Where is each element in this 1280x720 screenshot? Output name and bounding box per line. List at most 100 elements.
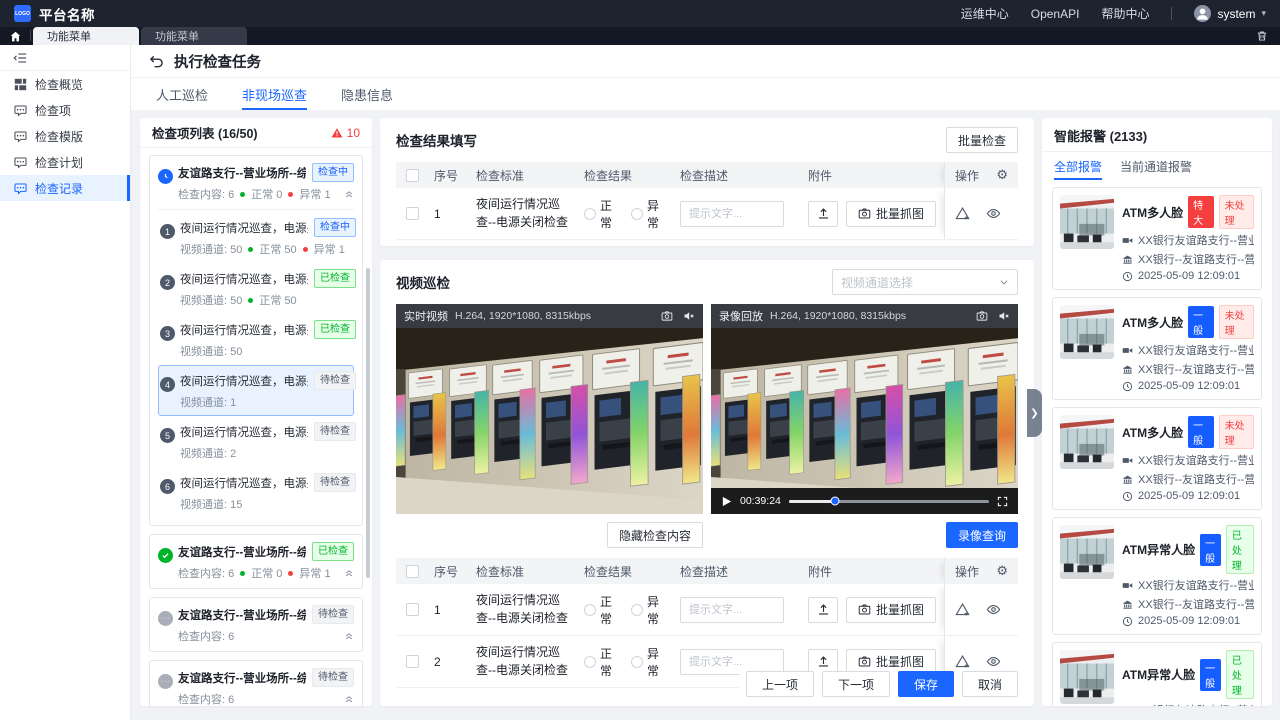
- top-bar: LOGO 平台名称 运维中心 OpenAPI 帮助中心 system ▾: [0, 0, 1280, 27]
- home-icon[interactable]: [0, 27, 30, 45]
- check-group-card[interactable]: ··· 友谊路支行--营业场所--综合... 待检查 检查内容: 6: [149, 597, 363, 652]
- save-button[interactable]: 保存: [898, 671, 954, 697]
- radio-abnormal[interactable]: 异常: [631, 197, 668, 231]
- tab-current-channel-alarms[interactable]: 当前通道报警: [1120, 152, 1192, 180]
- table-row: 1 夜间运行情况巡查--电源关闭检查 正常 异常 批量抓图: [396, 188, 1018, 240]
- check-item[interactable]: 3 夜间运行情况巡查，电源关闭... 已检查 视频通道: 50: [158, 314, 354, 365]
- trash-icon[interactable]: [1256, 27, 1268, 45]
- eye-icon[interactable]: [986, 654, 1001, 669]
- alarm-card[interactable]: ATM异常人脸 一般 已处理 XX银行友谊路支行--营业... XX银行--友谊…: [1052, 642, 1262, 706]
- report-alarm-icon[interactable]: [955, 206, 970, 221]
- check-group-card[interactable]: 友谊路支行--营业场所--综合... 已检查 检查内容: 6 正常 0 异常 1: [149, 534, 363, 589]
- check-item[interactable]: 2 夜间运行情况巡查，电源关闭... 已检查 视频通道: 50 正常 50: [158, 263, 354, 314]
- sidebar-item-overview[interactable]: 检查概览: [0, 71, 130, 97]
- select-all-checkbox[interactable]: [406, 565, 419, 578]
- eye-icon[interactable]: [986, 602, 1001, 617]
- tab-manual-patrol[interactable]: 人工巡检: [156, 78, 208, 110]
- sidebar-item-check-records[interactable]: 检查记录: [0, 175, 130, 201]
- select-all-checkbox[interactable]: [406, 169, 419, 182]
- check-item[interactable]: 5 夜间运行情况巡查，电源关闭... 待检查 视频通道: 2: [158, 416, 354, 467]
- check-item[interactable]: 1 夜间运行情况巡查，电源关闭... 检查中 视频通道: 50 正常 50 异常…: [158, 212, 354, 263]
- alarm-card[interactable]: ATM异常人脸 一般 已处理 XX银行友谊路支行--营业... XX银行--友谊…: [1052, 517, 1262, 635]
- alarm-card[interactable]: ATM多人脸 特大 未处理 XX银行友谊路支行--营业... XX银行--友谊路…: [1052, 187, 1262, 290]
- ellipsis-circle-icon: ···: [158, 674, 173, 689]
- check-item-selected[interactable]: 4 夜间运行情况巡查，电源关闭... 待检查 视频通道: 1: [158, 365, 354, 416]
- eye-icon[interactable]: [986, 206, 1001, 221]
- desc-input[interactable]: [680, 597, 784, 623]
- back-icon[interactable]: [149, 54, 164, 69]
- user-menu[interactable]: system ▾: [1194, 5, 1266, 22]
- play-icon[interactable]: [721, 496, 732, 507]
- video-query-button[interactable]: 录像查询: [946, 522, 1018, 548]
- item-title: 夜间运行情况巡查，电源关闭...: [180, 271, 308, 287]
- sidebar-item-check-plan[interactable]: 检查计划: [0, 149, 130, 175]
- batch-capture-button[interactable]: 批量抓图: [846, 597, 936, 623]
- nav-help-center[interactable]: 帮助中心: [1101, 5, 1149, 22]
- prev-item-button[interactable]: 上一项: [746, 671, 814, 697]
- sidebar-item-check-items[interactable]: 检查项: [0, 97, 130, 123]
- col-op: 操作: [955, 167, 979, 184]
- panel-collapse-handle[interactable]: ❯: [1027, 389, 1042, 437]
- check-group-card[interactable]: 友谊路支行--营业场所--综合... 检查中 检查内容: 6 正常 0 异常 1…: [149, 155, 363, 526]
- fullscreen-icon[interactable]: [997, 496, 1008, 507]
- window-tab-active[interactable]: 功能菜单: [33, 27, 139, 45]
- row-checkbox[interactable]: [406, 655, 419, 668]
- radio-normal[interactable]: 正常: [584, 197, 621, 231]
- seek-thumb[interactable]: [830, 497, 839, 506]
- nav-openapi[interactable]: OpenAPI: [1031, 7, 1080, 21]
- hide-content-button[interactable]: 隐藏检查内容: [607, 522, 703, 548]
- radio-normal[interactable]: 正常: [584, 645, 621, 679]
- report-alarm-icon[interactable]: [955, 602, 970, 617]
- collapse-icon[interactable]: [344, 631, 354, 641]
- radio-normal[interactable]: 正常: [584, 593, 621, 627]
- comment-icon: [14, 130, 27, 143]
- nav-ops-center[interactable]: 运维中心: [961, 5, 1009, 22]
- tab-hidden-danger[interactable]: 隐患信息: [341, 78, 393, 110]
- collapse-icon[interactable]: [344, 694, 354, 704]
- next-item-button[interactable]: 下一项: [822, 671, 890, 697]
- batch-check-button[interactable]: 批量检查: [946, 127, 1018, 153]
- sidebar-item-check-template[interactable]: 检查模版: [0, 123, 130, 149]
- tab-offsite-patrol[interactable]: 非现场巡查: [242, 78, 307, 110]
- camera-icon: [1122, 705, 1133, 707]
- tab-all-alarms[interactable]: 全部报警: [1054, 152, 1102, 180]
- snapshot-icon[interactable]: [976, 310, 988, 322]
- desc-input[interactable]: [680, 201, 784, 227]
- comment-icon: [14, 182, 27, 195]
- mute-icon[interactable]: [683, 310, 695, 322]
- upload-button[interactable]: [808, 597, 838, 623]
- video-channel-select[interactable]: 视频通道选择: [832, 269, 1018, 295]
- row-checkbox[interactable]: [406, 207, 419, 220]
- group-meta: 检查内容: 6: [178, 628, 234, 644]
- bank-icon: [1122, 474, 1133, 485]
- radio-abnormal[interactable]: 异常: [631, 645, 668, 679]
- alarm-card[interactable]: ATM多人脸 一般 未处理 XX银行友谊路支行--营业... XX银行--友谊路…: [1052, 407, 1262, 510]
- check-item[interactable]: 6 夜间运行情况巡查，电源关闭... 待检查 视频通道: 15: [158, 467, 354, 518]
- radio-abnormal[interactable]: 异常: [631, 593, 668, 627]
- batch-capture-button[interactable]: 批量抓图: [846, 201, 936, 227]
- gear-icon[interactable]: ⚙: [996, 563, 1008, 579]
- collapse-icon[interactable]: [344, 189, 354, 199]
- live-video-player[interactable]: 实时视频 H.264, 1920*1080, 8315kbps: [396, 304, 703, 514]
- playback-video-player[interactable]: 录像回放 H.264, 1920*1080, 8315kbps 00:39:24: [711, 304, 1018, 514]
- col-desc: 检查描述: [674, 167, 802, 184]
- main-header: 执行检查任务 人工巡检 非现场巡查 隐患信息: [131, 45, 1280, 110]
- cancel-button[interactable]: 取消: [962, 671, 1018, 697]
- mute-icon[interactable]: [998, 310, 1010, 322]
- chevron-down-icon: [999, 277, 1009, 287]
- collapse-icon[interactable]: [344, 568, 354, 578]
- snapshot-icon[interactable]: [661, 310, 673, 322]
- normal-dot: [248, 298, 253, 303]
- gear-icon[interactable]: ⚙: [996, 167, 1008, 183]
- scrollbar[interactable]: [366, 268, 370, 578]
- upload-button[interactable]: [808, 201, 838, 227]
- report-alarm-icon[interactable]: [955, 654, 970, 669]
- seek-slider[interactable]: [789, 500, 989, 503]
- normal-count: 正常 50: [259, 292, 296, 308]
- check-group-card[interactable]: ··· 友谊路支行--营业场所--综合... 待检查 检查内容: 6: [149, 660, 363, 706]
- playback-video-frame: [711, 328, 1018, 514]
- alarm-card[interactable]: ATM多人脸 一般 未处理 XX银行友谊路支行--营业... XX银行--友谊路…: [1052, 297, 1262, 400]
- menu-fold-icon[interactable]: [13, 51, 27, 65]
- row-checkbox[interactable]: [406, 603, 419, 616]
- window-tab-inactive[interactable]: 功能菜单: [141, 27, 247, 45]
